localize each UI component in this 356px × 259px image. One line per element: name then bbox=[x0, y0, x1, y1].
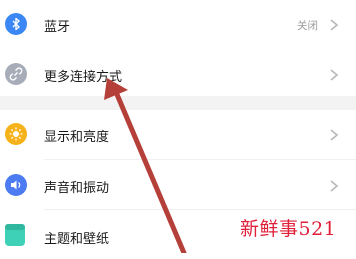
settings-row-bluetooth[interactable]: 蓝牙 关闭 bbox=[0, 0, 356, 48]
row-separator bbox=[44, 209, 356, 210]
chevron-right-icon bbox=[330, 19, 339, 31]
settings-row-display[interactable]: 显示和亮度 bbox=[0, 111, 356, 159]
settings-row-more-connections[interactable]: 更多连接方式 bbox=[0, 50, 356, 98]
settings-label-sound: 声音和振动 bbox=[44, 181, 110, 196]
link-icon bbox=[5, 63, 27, 85]
settings-label-display: 显示和亮度 bbox=[44, 130, 110, 145]
settings-label-more-connections: 更多连接方式 bbox=[44, 70, 123, 85]
bluetooth-icon bbox=[5, 13, 27, 35]
settings-row-sound[interactable]: 声音和振动 bbox=[0, 161, 356, 209]
bluetooth-status: 关闭 bbox=[297, 20, 318, 32]
settings-label-bluetooth: 蓝牙 bbox=[44, 20, 71, 35]
chevron-right-icon bbox=[330, 69, 339, 81]
chevron-right-icon bbox=[330, 129, 339, 141]
chevron-right-icon bbox=[330, 180, 339, 192]
theme-icon bbox=[5, 224, 25, 246]
brightness-icon bbox=[5, 123, 27, 145]
watermark: 新鲜事521 bbox=[240, 218, 337, 240]
row-separator bbox=[44, 159, 356, 160]
settings-screen: 蓝牙 关闭 更多连接方式 显示和亮度 声音和振动 主题和壁纸 新鲜事521 bbox=[0, 0, 356, 253]
section-divider bbox=[0, 96, 356, 110]
settings-label-theme: 主题和壁纸 bbox=[44, 232, 110, 247]
volume-icon bbox=[5, 174, 27, 196]
